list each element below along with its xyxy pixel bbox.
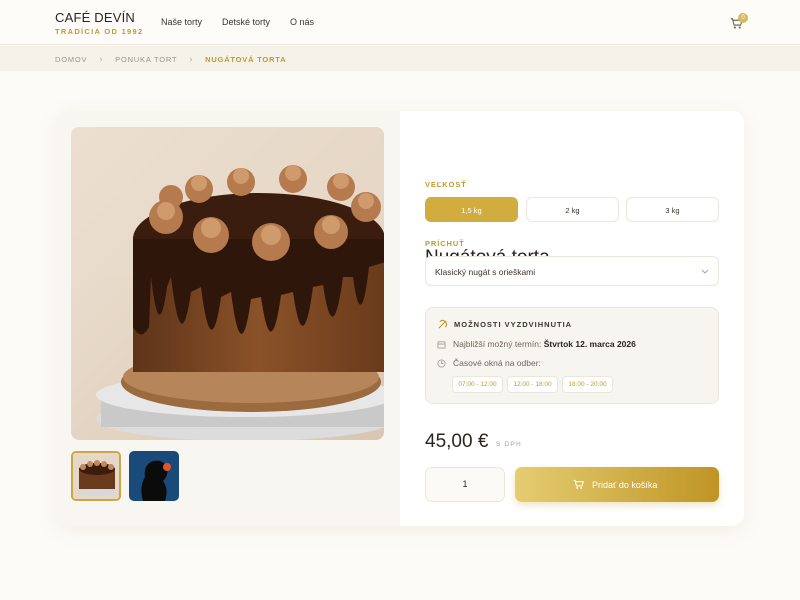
breadcrumb-cake-menu[interactable]: PONUKA TORT	[115, 55, 177, 64]
time-slot-evening[interactable]: 18:00 - 20:00	[562, 376, 613, 393]
brand-tagline: TRADÍCIA OD 1992	[55, 27, 144, 36]
main-nav: Naše torty Detské torty O nás	[161, 17, 314, 27]
quantity-input[interactable]: 1	[425, 467, 505, 502]
earliest-date-value: Štvrtok 12. marca 2026	[543, 339, 636, 349]
add-to-cart-label: Pridať do košíka	[592, 479, 658, 490]
size-label: VEĽKOSŤ	[425, 180, 467, 189]
flavor-select[interactable]: Klasický nugát s orieškami	[425, 256, 719, 286]
chevron-right-icon: ›	[189, 54, 194, 64]
cart-button[interactable]: 0	[730, 13, 748, 31]
product-thumbnail-2[interactable]	[129, 451, 179, 501]
product-price: 45,00 €	[425, 431, 489, 452]
time-slot-afternoon[interactable]: 12:00 - 18:00	[507, 376, 558, 393]
pickup-icon	[438, 319, 448, 329]
breadcrumb: DOMOV › PONUKA TORT › NUGÁTOVÁ TORTA	[0, 46, 800, 71]
calendar-icon	[437, 341, 446, 349]
nav-item-detske-torty[interactable]: Detské torty	[222, 17, 270, 27]
chevron-right-icon: ›	[99, 54, 104, 64]
time-windows-label: Časové okná na odber:	[453, 358, 541, 368]
nav-item-o-nas[interactable]: O nás	[290, 17, 314, 27]
nav-item-nase-torty[interactable]: Naše torty	[161, 17, 202, 27]
brand-name: CAFÉ DEVÍN	[55, 10, 136, 25]
breadcrumb-current: NUGÁTOVÁ TORTA	[205, 54, 287, 64]
clock-icon	[437, 359, 446, 368]
size-option-2kg[interactable]: 2 kg	[526, 197, 619, 222]
brand-logo[interactable]: CAFÉ DEVÍN TRADÍCIA OD 1992	[55, 10, 144, 37]
pickup-title: MOŽNOSTI VYZDVIHNUTIA	[454, 320, 573, 329]
earliest-date-row: Najbližší možný termín: Štvrtok 12. marc…	[453, 339, 636, 349]
product-thumbnail-1[interactable]	[71, 451, 121, 501]
cart-count-badge: 0	[738, 13, 748, 23]
add-to-cart-button[interactable]: Pridať do košíka	[515, 467, 719, 502]
size-option-3kg[interactable]: 3 kg	[626, 197, 719, 222]
flavor-label: PRÍCHUŤ	[425, 239, 465, 248]
size-option-1-5kg[interactable]: 1,5 kg	[425, 197, 518, 222]
cart-icon	[573, 479, 584, 489]
flavor-select-value: Klasický nugát s orieškami	[435, 267, 536, 277]
pickup-options-panel: MOŽNOSTI VYZDVIHNUTIA Najbližší možný te…	[425, 307, 719, 404]
site-header: CAFÉ DEVÍN TRADÍCIA OD 1992 Naše torty D…	[0, 0, 800, 45]
chevron-down-icon	[701, 269, 709, 274]
vat-note: S DPH	[496, 441, 522, 448]
time-slot-morning[interactable]: 07:00 - 12:00	[452, 376, 503, 393]
earliest-date-prefix: Najbližší možný termín:	[453, 339, 542, 349]
breadcrumb-home[interactable]: DOMOV	[55, 55, 87, 64]
product-gallery	[56, 111, 400, 526]
product-main-image[interactable]	[71, 127, 384, 440]
